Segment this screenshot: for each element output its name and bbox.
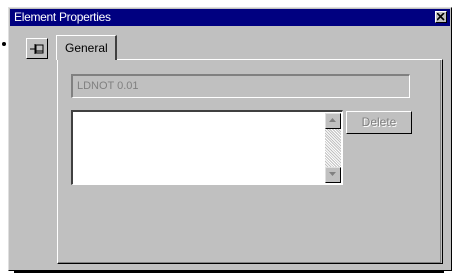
- vertical-scrollbar[interactable]: [325, 113, 341, 183]
- tab-general-label: General: [65, 41, 108, 55]
- pushpin-icon: [30, 44, 44, 54]
- scroll-up-button[interactable]: [325, 113, 341, 129]
- bullet-dot: [2, 42, 6, 46]
- tab-general[interactable]: General: [56, 35, 117, 60]
- close-button[interactable]: [435, 11, 447, 23]
- window-title: Element Properties: [14, 10, 111, 24]
- title-bar[interactable]: Element Properties: [10, 9, 450, 26]
- element-name-field: LDNOT 0.01: [71, 74, 410, 98]
- scroll-up-arrow-icon: [329, 118, 336, 122]
- scroll-down-arrow-icon: [329, 172, 336, 176]
- scroll-down-button[interactable]: [325, 167, 341, 183]
- delete-button[interactable]: Delete: [346, 111, 412, 134]
- close-icon: [437, 13, 445, 21]
- properties-listbox[interactable]: [71, 110, 343, 185]
- pin-button[interactable]: [26, 38, 48, 59]
